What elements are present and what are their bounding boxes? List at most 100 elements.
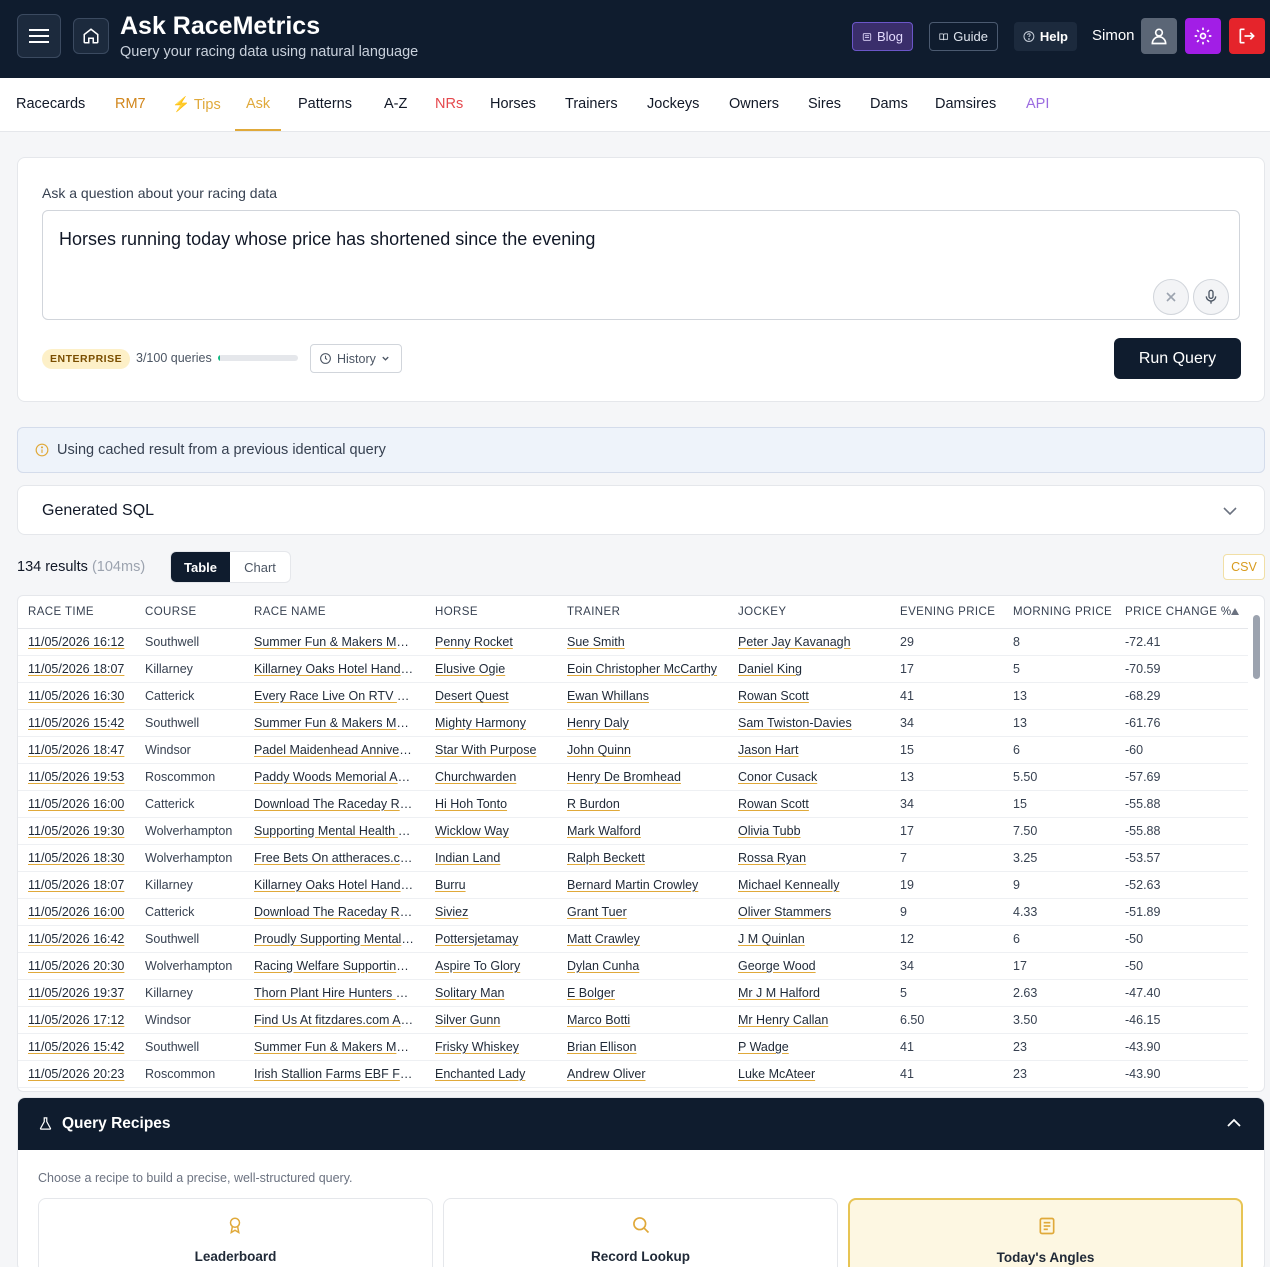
help-button[interactable]: Help <box>1014 22 1077 51</box>
race-name-link[interactable]: Racing Welfare Supporting Stable Staff <box>254 959 414 973</box>
nav-trainers[interactable]: Trainers <box>565 96 618 112</box>
nav-patterns[interactable]: Patterns <box>298 96 352 112</box>
query-input[interactable]: Horses running today whose price has sho… <box>42 210 1240 320</box>
logout-button[interactable] <box>1229 18 1265 54</box>
trainer-link[interactable]: Eoin Christopher McCarthy <box>567 662 725 676</box>
jockey-link[interactable]: George Wood <box>738 959 888 973</box>
horse-link[interactable]: Aspire To Glory <box>435 959 553 973</box>
nav-rm7[interactable]: RM7 <box>115 96 146 112</box>
horse-link[interactable]: Burru <box>435 878 553 892</box>
horse-link[interactable]: Silver Gunn <box>435 1013 553 1027</box>
race-name-link[interactable]: Summer Fun & Makers Market <box>254 716 414 730</box>
jockey-link[interactable]: Mr Henry Callan <box>738 1013 888 1027</box>
trainer-link[interactable]: Henry De Bromhead <box>567 770 725 784</box>
column-header[interactable]: JOCKEY <box>738 606 888 618</box>
scrollbar-thumb[interactable] <box>1253 615 1260 679</box>
race-name-link[interactable]: Paddy Woods Memorial Apprentice <box>254 770 414 784</box>
trainer-link[interactable]: Andrew Oliver <box>567 1067 725 1081</box>
race-time-link[interactable]: 11/05/2026 19:37 <box>28 986 138 1000</box>
jockey-link[interactable]: Rowan Scott <box>738 689 888 703</box>
column-header[interactable]: EVENING PRICE <box>900 606 995 618</box>
recipe-todays-angles[interactable]: Today's Angles <box>848 1198 1243 1267</box>
trainer-link[interactable]: Dylan Cunha <box>567 959 725 973</box>
jockey-link[interactable]: Jason Hart <box>738 743 888 757</box>
race-time-link[interactable]: 11/05/2026 16:00 <box>28 797 138 811</box>
race-name-link[interactable]: Killarney Oaks Hotel Handicap <box>254 878 414 892</box>
trainer-link[interactable]: Mark Walford <box>567 824 725 838</box>
jockey-link[interactable]: Daniel King <box>738 662 888 676</box>
horse-link[interactable]: Star With Purpose <box>435 743 553 757</box>
race-time-link[interactable]: 11/05/2026 16:12 <box>28 635 138 649</box>
horse-link[interactable]: Hi Hoh Tonto <box>435 797 553 811</box>
column-header[interactable]: RACE TIME <box>28 606 138 618</box>
sort-ascending-icon[interactable] <box>1230 607 1240 616</box>
column-header[interactable]: HORSE <box>435 606 553 618</box>
query-text[interactable]: Horses running today whose price has sho… <box>59 229 595 250</box>
race-name-link[interactable]: Every Race Live On RTV Handicap <box>254 689 414 703</box>
jockey-link[interactable]: P Wadge <box>738 1040 888 1054</box>
trainer-link[interactable]: Bernard Martin Crowley <box>567 878 725 892</box>
race-time-link[interactable]: 11/05/2026 18:07 <box>28 878 138 892</box>
race-time-link[interactable]: 11/05/2026 19:53 <box>28 770 138 784</box>
race-time-link[interactable]: 11/05/2026 15:42 <box>28 1040 138 1054</box>
horse-link[interactable]: Penny Rocket <box>435 635 553 649</box>
horse-link[interactable]: Mighty Harmony <box>435 716 553 730</box>
race-name-link[interactable]: Download The Raceday Ready App <box>254 797 414 811</box>
race-name-link[interactable]: Free Bets On attheraces.com <box>254 851 414 865</box>
race-name-link[interactable]: Supporting Mental Health Awareness <box>254 824 414 838</box>
jockey-link[interactable]: Mr J M Halford <box>738 986 888 1000</box>
blog-button[interactable]: Blog <box>852 22 913 51</box>
race-time-link[interactable]: 11/05/2026 18:47 <box>28 743 138 757</box>
column-header[interactable]: MORNING PRICE <box>1013 606 1112 618</box>
history-dropdown[interactable]: History <box>310 344 402 373</box>
race-name-link[interactable]: Summer Fun & Makers Market <box>254 1040 414 1054</box>
column-header[interactable]: TRAINER <box>567 606 725 618</box>
race-name-link[interactable]: Summer Fun & Makers Market <box>254 635 414 649</box>
trainer-link[interactable]: Ewan Whillans <box>567 689 725 703</box>
table-scrollbar[interactable] <box>1250 613 1264 1091</box>
nav-owners[interactable]: Owners <box>729 96 779 112</box>
horse-link[interactable]: Elusive Ogie <box>435 662 553 676</box>
race-time-link[interactable]: 11/05/2026 20:30 <box>28 959 138 973</box>
race-name-link[interactable]: Padel Maidenhead Anniversary <box>254 743 414 757</box>
horse-link[interactable]: Churchwarden <box>435 770 553 784</box>
column-header[interactable]: COURSE <box>145 606 245 618</box>
trainer-link[interactable]: R Burdon <box>567 797 725 811</box>
nav-a-z[interactable]: A-Z <box>384 96 407 112</box>
nav-ask[interactable]: Ask <box>246 96 270 112</box>
jockey-link[interactable]: Rossa Ryan <box>738 851 888 865</box>
trainer-link[interactable]: Sue Smith <box>567 635 725 649</box>
jockey-link[interactable]: Luke McAteer <box>738 1067 888 1081</box>
race-time-link[interactable]: 11/05/2026 16:30 <box>28 689 138 703</box>
horse-link[interactable]: Solitary Man <box>435 986 553 1000</box>
race-time-link[interactable]: 11/05/2026 17:12 <box>28 1013 138 1027</box>
csv-export-button[interactable]: CSV <box>1223 554 1265 580</box>
generated-sql-panel[interactable]: Generated SQL <box>17 485 1265 535</box>
menu-button[interactable] <box>17 14 61 58</box>
race-time-link[interactable]: 11/05/2026 15:42 <box>28 716 138 730</box>
trainer-link[interactable]: Henry Daly <box>567 716 725 730</box>
column-header[interactable]: PRICE CHANGE % <box>1125 606 1235 618</box>
jockey-link[interactable]: Conor Cusack <box>738 770 888 784</box>
race-time-link[interactable]: 11/05/2026 19:30 <box>28 824 138 838</box>
race-time-link[interactable]: 11/05/2026 18:07 <box>28 662 138 676</box>
horse-link[interactable]: Frisky Whiskey <box>435 1040 553 1054</box>
race-name-link[interactable]: Irish Stallion Farms EBF Fillies Maiden <box>254 1067 414 1081</box>
nav-nrs[interactable]: NRs <box>435 96 463 112</box>
race-name-link[interactable]: Killarney Oaks Hotel Handicap <box>254 662 414 676</box>
tab-chart[interactable]: Chart <box>230 552 290 582</box>
recipe-record-lookup[interactable]: Record Lookup <box>443 1198 838 1267</box>
race-time-link[interactable]: 11/05/2026 16:42 <box>28 932 138 946</box>
race-name-link[interactable]: Thorn Plant Hire Hunters Chase <box>254 986 414 1000</box>
trainer-link[interactable]: Marco Botti <box>567 1013 725 1027</box>
nav-damsires[interactable]: Damsires <box>935 96 996 112</box>
voice-input-button[interactable] <box>1193 279 1229 315</box>
jockey-link[interactable]: Oliver Stammers <box>738 905 888 919</box>
column-header[interactable]: RACE NAME <box>254 606 414 618</box>
race-time-link[interactable]: 11/05/2026 18:30 <box>28 851 138 865</box>
settings-button[interactable] <box>1185 18 1221 54</box>
trainer-link[interactable]: Ralph Beckett <box>567 851 725 865</box>
jockey-link[interactable]: Peter Jay Kavanagh <box>738 635 888 649</box>
horse-link[interactable]: Desert Quest <box>435 689 553 703</box>
nav-jockeys[interactable]: Jockeys <box>647 96 699 112</box>
